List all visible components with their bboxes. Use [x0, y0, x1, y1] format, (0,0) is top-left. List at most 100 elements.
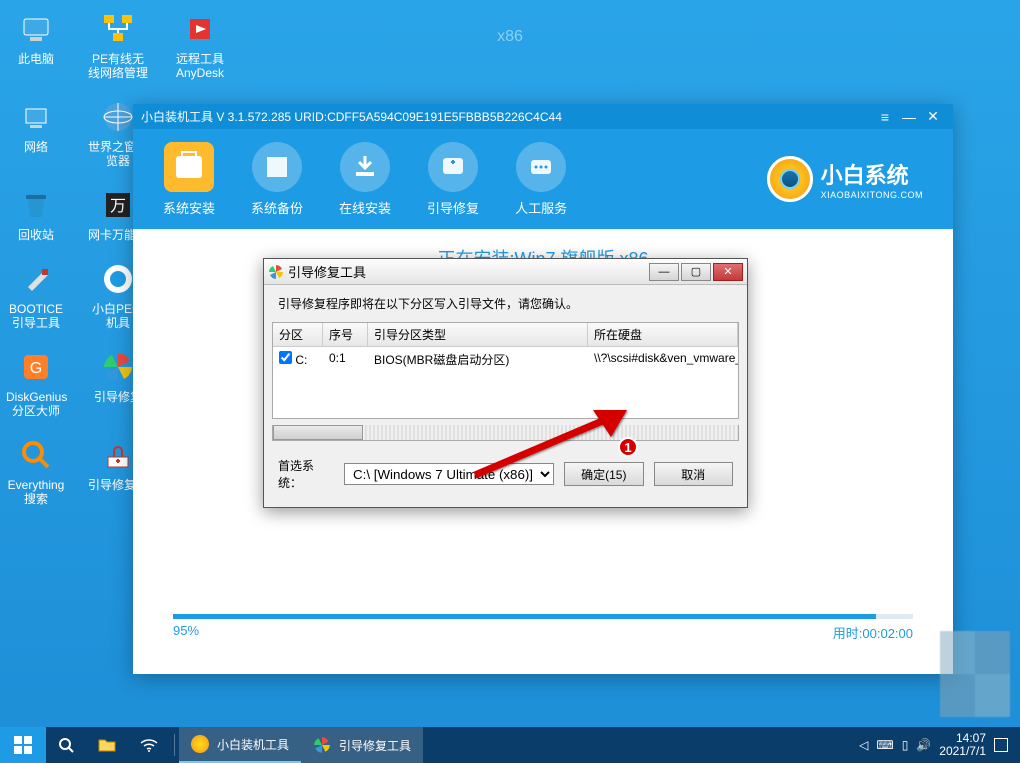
- annotation-badge: 1: [618, 437, 638, 457]
- anydesk-icon: [182, 11, 218, 47]
- net2-icon: [18, 99, 54, 135]
- globe-icon: [100, 99, 136, 135]
- xiaobai-icon: [191, 735, 209, 753]
- clock-date: 2021/7/1: [939, 745, 986, 758]
- main-minimize-button[interactable]: —: [897, 109, 921, 125]
- pinwheel-icon: [268, 264, 284, 280]
- taskbar-app-label: 引导修复工具: [339, 737, 411, 754]
- desktop-icon-net[interactable]: PE有线无线网络管理: [88, 8, 148, 80]
- horizontal-scrollbar[interactable]: [272, 425, 739, 441]
- taskbar-app-label: 小白装机工具: [217, 736, 289, 753]
- toolbar-label: 引导修复: [427, 198, 479, 217]
- wan-icon: 万: [100, 187, 136, 223]
- desktop-icon-label: Everything搜索: [6, 478, 66, 506]
- main-title-text: 小白装机工具 V 3.1.572.285 URID:CDFF5A594C09E1…: [141, 108, 873, 125]
- dialog-maximize-button[interactable]: ▢: [681, 263, 711, 281]
- repair-icon: [100, 437, 136, 473]
- preferred-system-label: 首选系统：: [278, 457, 334, 491]
- taskbar-explorer-button[interactable]: [86, 727, 128, 763]
- toolbar-label: 系统备份: [251, 198, 303, 217]
- cell-partition: C:: [273, 347, 323, 372]
- col-index: 序号: [323, 323, 368, 346]
- ev-icon: [18, 437, 54, 473]
- toolbar-item[interactable]: 系统备份: [251, 142, 303, 217]
- row-checkbox[interactable]: [279, 351, 292, 364]
- tray-battery-icon[interactable]: ▯: [902, 738, 909, 752]
- partition-table: 分区 序号 引导分区类型 所在硬盘 C: 0:1 BIOS(MBR磁盘启动分区)…: [272, 322, 739, 419]
- progress-fill: [173, 614, 876, 619]
- taskbar-wifi-button[interactable]: [128, 727, 170, 763]
- tray-volume-icon[interactable]: 🔊: [916, 738, 931, 752]
- toolbar-item[interactable]: 在线安装: [339, 142, 391, 217]
- desktop-icon-label: BOOTICE引导工具: [6, 302, 66, 330]
- xpe-icon: [100, 261, 136, 297]
- main-titlebar: 小白装机工具 V 3.1.572.285 URID:CDFF5A594C09E1…: [133, 104, 953, 129]
- pinwheel-icon: [313, 736, 331, 754]
- dialog-minimize-button[interactable]: —: [649, 263, 679, 281]
- tray-notifications-icon[interactable]: [994, 738, 1008, 752]
- progress-block: 95% 用时:00:02:00: [173, 610, 913, 642]
- brand-subtitle: XIAOBAIXITONG.COM: [821, 190, 923, 200]
- pinwheel-icon: [100, 349, 136, 385]
- progress-bar: [173, 614, 913, 619]
- desktop-icon-anydesk[interactable]: 远程工具AnyDesk: [170, 8, 230, 80]
- dialog-button-row: 首选系统： C:\ [Windows 7 Ultimate (x86)] 确定(…: [264, 453, 747, 507]
- toolbar-item[interactable]: 系统安装: [163, 142, 215, 217]
- taskbar-clock[interactable]: 14:07 2021/7/1: [939, 732, 986, 758]
- desktop-icon-label: 远程工具AnyDesk: [170, 52, 230, 80]
- desktop-thumbnail: [940, 631, 1010, 717]
- wifi-icon: [140, 737, 158, 753]
- cell-disk: \\?\scsi#disk&ven_vmware_&: [588, 347, 738, 372]
- tray-chevron-icon[interactable]: ◁: [859, 738, 868, 752]
- cancel-button[interactable]: 取消: [654, 462, 733, 486]
- toolbar-item[interactable]: 人工服务: [515, 142, 567, 217]
- start-button[interactable]: [0, 727, 46, 763]
- folder-icon: [98, 737, 116, 753]
- cell-index: 0:1: [323, 347, 368, 372]
- desktop-icon-ev[interactable]: Everything搜索: [6, 434, 66, 506]
- toolbar-icon: [340, 142, 390, 192]
- brand-name: 小白系统: [821, 158, 923, 190]
- search-icon: [58, 737, 74, 753]
- table-row[interactable]: C: 0:1 BIOS(MBR磁盘启动分区) \\?\scsi#disk&ven…: [273, 347, 738, 372]
- desktop-icon-label: 此电脑: [6, 52, 66, 66]
- toolbar-label: 人工服务: [515, 198, 567, 217]
- svg-text:万: 万: [110, 198, 126, 215]
- toolbar-icon: [252, 142, 302, 192]
- taskbar-search-button[interactable]: [46, 727, 86, 763]
- dg-icon: G: [18, 349, 54, 385]
- taskbar-app-boot-repair[interactable]: 引导修复工具: [301, 727, 423, 763]
- desktop-icon-bootice[interactable]: BOOTICE引导工具: [6, 258, 66, 330]
- col-partition: 分区: [273, 323, 323, 346]
- desktop-icon-bin[interactable]: 回收站: [6, 184, 66, 242]
- cell-boot-type: BIOS(MBR磁盘启动分区): [368, 347, 588, 372]
- bin-icon: [18, 187, 54, 223]
- desktop-icon-label: PE有线无线网络管理: [88, 52, 148, 80]
- bootice-icon: [18, 261, 54, 297]
- toolbar-item[interactable]: 引导修复: [427, 142, 479, 217]
- desktop-icon-label: 回收站: [6, 228, 66, 242]
- taskbar-app-xiaobai[interactable]: 小白装机工具: [179, 727, 301, 763]
- tray-keyboard-icon[interactable]: ⌨: [876, 738, 893, 752]
- toolbar-icon: [164, 142, 214, 192]
- brand-block: 小白系统 XIAOBAIXITONG.COM: [767, 156, 923, 202]
- preferred-system-select[interactable]: C:\ [Windows 7 Ultimate (x86)]: [344, 463, 554, 485]
- desktop-icon-label: 网络: [6, 140, 66, 154]
- system-tray: ◁ ⌨ ▯ 🔊 14:07 2021/7/1: [847, 732, 1020, 758]
- main-close-button[interactable]: ✕: [921, 108, 945, 125]
- desktop-icon-pc[interactable]: 此电脑: [6, 8, 66, 80]
- desktop-icon-dg[interactable]: G DiskGenius分区大师: [6, 346, 66, 418]
- windows-logo-icon: [14, 736, 32, 754]
- confirm-button[interactable]: 确定(15): [564, 462, 643, 486]
- toolbar-label: 系统安装: [163, 198, 215, 217]
- boot-repair-dialog: 引导修复工具 — ▢ ✕ 引导修复程序即将在以下分区写入引导文件，请您确认。 分…: [263, 258, 748, 508]
- progress-percent: 95%: [173, 623, 199, 642]
- dialog-close-button[interactable]: ✕: [713, 263, 743, 281]
- scrollbar-thumb[interactable]: [273, 425, 363, 440]
- main-menu-button[interactable]: ≡: [873, 109, 897, 125]
- toolbar-icon: [516, 142, 566, 192]
- desktop-icon-label: DiskGenius分区大师: [6, 390, 66, 418]
- desktop-icon-net2[interactable]: 网络: [6, 96, 66, 168]
- col-disk: 所在硬盘: [588, 323, 738, 346]
- dialog-title-text: 引导修复工具: [288, 262, 647, 281]
